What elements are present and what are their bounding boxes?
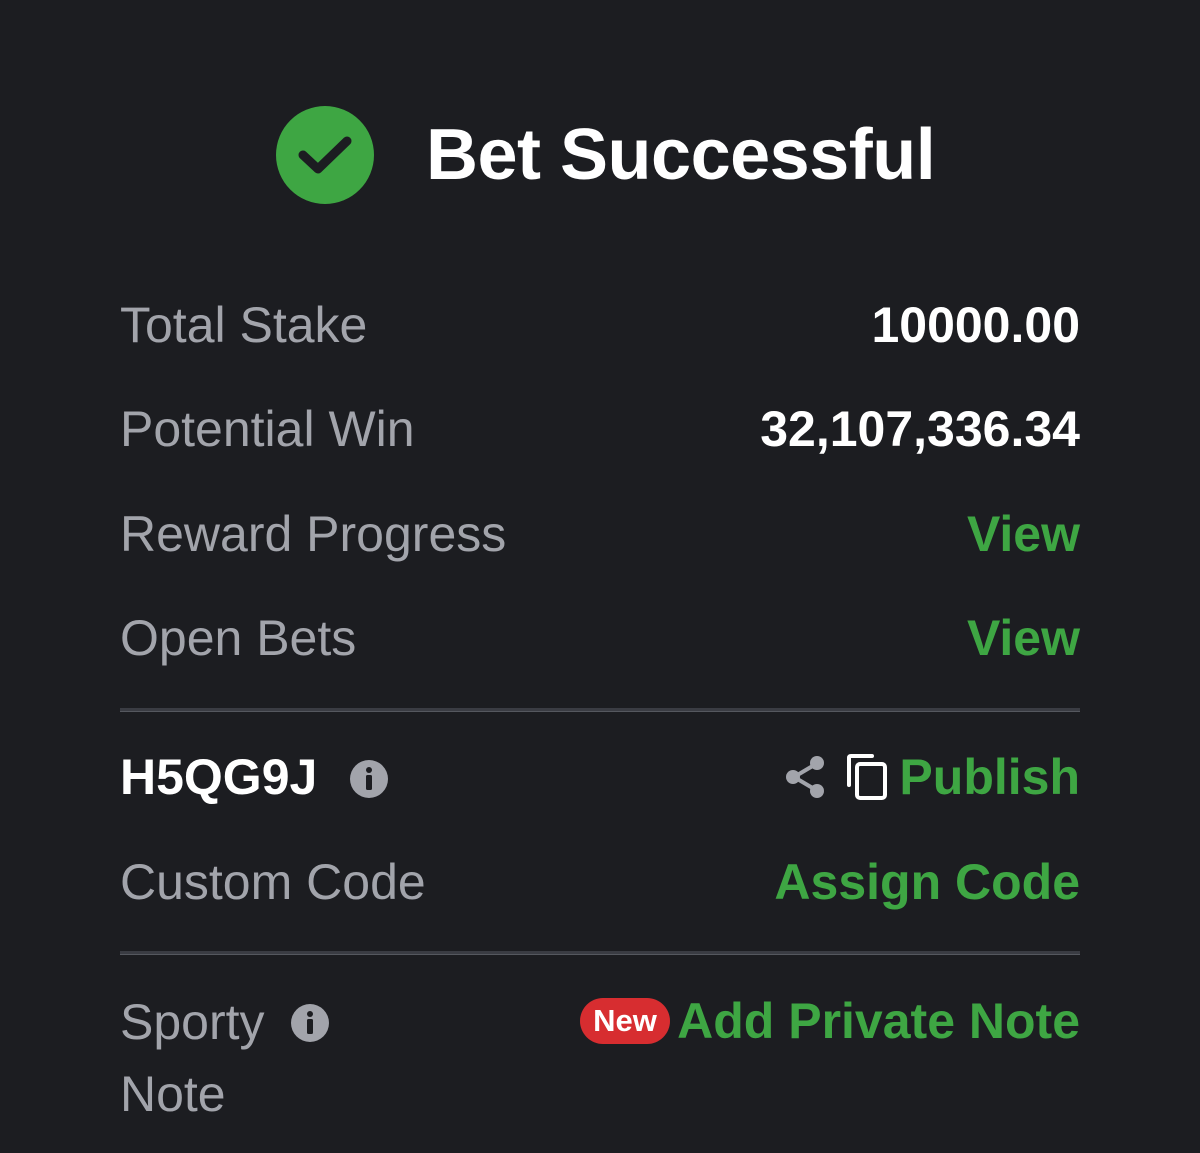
- booking-code: H5QG9J: [120, 749, 318, 805]
- total-stake-row: Total Stake 10000.00: [120, 290, 1080, 360]
- potential-win-value: 32,107,336.34: [760, 401, 1080, 457]
- divider: [120, 951, 1080, 955]
- assign-code-link[interactable]: Assign Code: [774, 847, 1080, 917]
- reward-progress-label: Reward Progress: [120, 506, 507, 562]
- reward-progress-view-link[interactable]: View: [967, 499, 1080, 569]
- share-icon[interactable]: [784, 755, 826, 799]
- add-private-note-link[interactable]: Add Private Note: [677, 986, 1080, 1056]
- potential-win-label: Potential Win: [120, 401, 415, 457]
- success-header: Bet Successful: [0, 100, 1200, 204]
- page-title: Bet Successful: [426, 115, 936, 195]
- publish-link[interactable]: Publish: [899, 742, 1080, 812]
- info-icon[interactable]: [290, 1003, 330, 1043]
- info-icon[interactable]: [349, 759, 389, 799]
- booking-code-row: H5QG9J Publish: [120, 742, 1080, 812]
- total-stake-label: Total Stake: [120, 297, 368, 353]
- potential-win-row: Potential Win 32,107,336.34: [120, 394, 1080, 464]
- custom-code-label: Custom Code: [120, 854, 426, 910]
- open-bets-label: Open Bets: [120, 610, 357, 666]
- divider: [120, 708, 1080, 712]
- new-badge: New: [580, 998, 670, 1044]
- open-bets-row: Open Bets View: [120, 603, 1080, 673]
- open-bets-view-link[interactable]: View: [967, 603, 1080, 673]
- total-stake-value: 10000.00: [871, 297, 1080, 353]
- sporty-note-row: Sporty Note New Add Private Note: [120, 986, 1080, 1131]
- custom-code-row: Custom Code Assign Code: [120, 847, 1080, 917]
- reward-progress-row: Reward Progress View: [120, 499, 1080, 569]
- copy-icon[interactable]: [846, 753, 888, 801]
- sporty-note-label-line1: Sporty: [120, 994, 265, 1050]
- check-circle-icon: [276, 106, 374, 204]
- sporty-note-label-line2: Note: [120, 1066, 226, 1122]
